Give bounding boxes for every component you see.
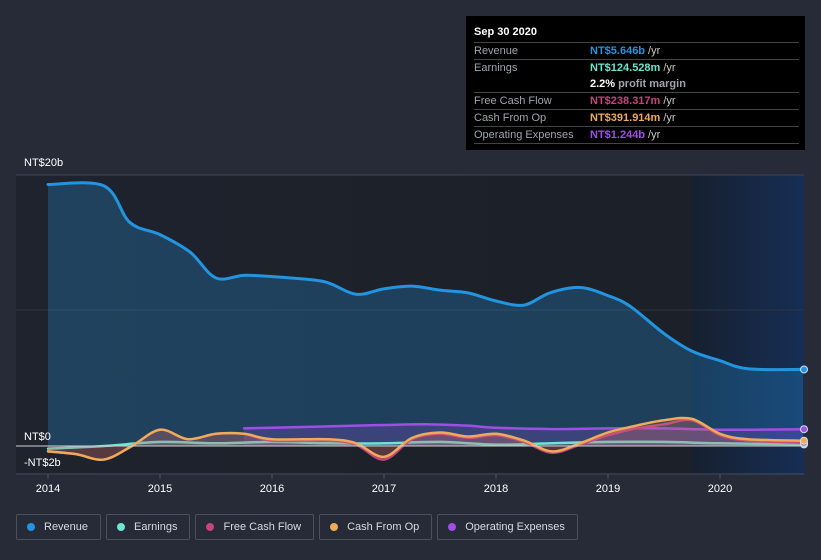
legend-label: Earnings xyxy=(134,521,178,533)
legend-label: Revenue xyxy=(44,521,89,533)
tooltip-unit: /yr xyxy=(663,95,676,107)
tooltip-value: 2.2% xyxy=(590,78,616,90)
legend-dot-icon xyxy=(448,523,457,531)
tooltip-value: NT$124.528m xyxy=(590,62,661,74)
tooltip-row: Free Cash Flow NT$238.317m/yr xyxy=(474,93,799,110)
tooltip-unit: profit margin xyxy=(618,78,686,90)
tooltip-unit: /yr xyxy=(648,129,661,141)
x-tick-label: 2015 xyxy=(148,483,172,495)
tooltip-row: Cash From Op NT$391.914m/yr xyxy=(474,110,799,127)
x-tick-label: 2014 xyxy=(36,483,60,495)
legend-item-cash-from-op[interactable]: Cash From Op xyxy=(319,514,433,540)
legend-dot-icon xyxy=(206,523,215,531)
y-tick-label: NT$0 xyxy=(24,431,51,443)
legend: Revenue Earnings Free Cash Flow Cash From O… xyxy=(16,514,578,540)
tooltip-value: NT$1.244b xyxy=(590,129,646,141)
tooltip-value: NT$5.646b xyxy=(590,45,646,57)
x-tick-label: 2016 xyxy=(260,483,284,495)
tooltip-unit: /yr xyxy=(648,45,661,57)
tooltip-row: Earnings NT$124.528m/yr xyxy=(474,60,799,76)
cash-from-op-end-point xyxy=(800,436,808,445)
tooltip-label: Cash From Op xyxy=(474,112,547,124)
tooltip-unit: /yr xyxy=(663,62,676,74)
legend-dot-icon xyxy=(27,523,35,531)
tooltip-label: Free Cash Flow xyxy=(474,95,552,107)
tooltip-row: Operating Expenses NT$1.244b/yr xyxy=(474,127,799,144)
tooltip-date: Sep 30 2020 xyxy=(474,24,799,43)
legend-item-operating-expenses[interactable]: Operating Expenses xyxy=(437,514,578,540)
tooltip-label: Operating Expenses xyxy=(474,129,574,141)
legend-dot-icon xyxy=(117,523,126,531)
legend-item-earnings[interactable]: Earnings xyxy=(106,514,191,540)
legend-label: Cash From Op xyxy=(347,521,420,533)
legend-label: Operating Expenses xyxy=(465,521,565,533)
x-tick-label: 2020 xyxy=(708,483,732,495)
legend-dot-icon xyxy=(330,523,339,531)
tooltip-label xyxy=(474,76,590,92)
tooltip: Sep 30 2020 Revenue NT$5.646b/yr Earnings N… xyxy=(466,16,805,150)
x-axis: 2014 2015 2016 2017 2018 2019 2020 xyxy=(36,474,732,495)
y-tick-label: -NT$2b xyxy=(24,457,61,469)
tooltip-row: Revenue NT$5.646b/yr xyxy=(474,43,799,60)
legend-item-free-cash-flow[interactable]: Free Cash Flow xyxy=(195,514,315,540)
tooltip-unit: /yr xyxy=(663,112,676,124)
tooltip-label: Earnings xyxy=(474,62,518,74)
tooltip-value: NT$391.914m xyxy=(590,112,661,124)
tooltip-value: NT$238.317m xyxy=(590,95,661,107)
x-tick-label: 2019 xyxy=(596,483,620,495)
y-tick-label: NT$20b xyxy=(24,157,63,169)
tooltip-rows: Revenue NT$5.646b/yr Earnings NT$124.528m/y… xyxy=(474,43,799,144)
revenue-end-point xyxy=(800,365,808,374)
legend-label: Free Cash Flow xyxy=(223,521,302,533)
tooltip-row: 2.2% profit margin xyxy=(474,76,799,93)
tooltip-label: Revenue xyxy=(474,45,519,57)
x-tick-label: 2018 xyxy=(484,483,508,495)
operating-expenses-end-point xyxy=(800,425,808,434)
legend-item-revenue[interactable]: Revenue xyxy=(16,514,102,540)
x-tick-label: 2017 xyxy=(372,483,396,495)
